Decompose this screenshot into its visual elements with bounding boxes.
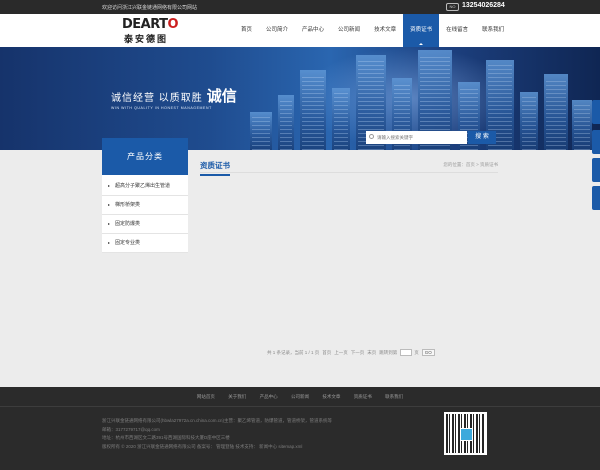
sidebar-item-explosion-proof[interactable]: 固定防爆类 — [102, 215, 188, 234]
nav-item-news[interactable]: 公司新闻 — [331, 14, 367, 47]
nav-item-message[interactable]: 在线留言 — [439, 14, 475, 47]
sidebar-list: 超高分子聚乙烯出生管道 梯形桥架类 固定防爆类 固定专业类 — [102, 175, 188, 253]
page: 欢迎访问浙江兴联金链通网络有限公司网站 NO 13254026284 DEART… — [0, 0, 600, 470]
breadcrumb[interactable]: 您的位置：首页 > 资质证书 — [443, 162, 498, 168]
footer-info: 浙江兴联金链通网络有限公司(hbwla27972a.cn.china.com.c… — [102, 417, 332, 451]
pager-first[interactable]: 首页 — [322, 350, 331, 356]
hotline-number: 13254026284 — [462, 2, 505, 9]
footer-link-home[interactable]: 网站首页 — [191, 387, 221, 407]
float-tab-top[interactable] — [592, 186, 600, 210]
search-input[interactable] — [377, 132, 465, 143]
product-sidebar: 产品分类 超高分子聚乙烯出生管道 梯形桥架类 固定防爆类 固定专业类 — [102, 138, 188, 253]
wechat-qr-code — [444, 412, 487, 455]
content-header: 资质证书 您的位置：首页 > 资质证书 — [200, 156, 498, 176]
welcome-text: 欢迎访问浙江兴联金链通网络有限公司网站 — [102, 5, 198, 11]
footer: 网站首页 关于我们 产品中心 公司新闻 技术文章 资质证书 联系我们 浙江兴联金… — [0, 387, 600, 470]
nav-item-certificates[interactable]: 资质证书 — [403, 14, 440, 47]
page-title: 资质证书 — [200, 160, 230, 176]
footer-links: 网站首页 关于我们 产品中心 公司新闻 技术文章 资质证书 联系我们 — [0, 387, 600, 407]
search-bar: 搜 索 — [366, 131, 496, 144]
footer-info-line: 版权所有 © 2020 浙江兴联金链通网络有限公司 备案号： 管理登陆 技术支持… — [102, 443, 303, 449]
logo-cn: 泰安德图 — [124, 34, 169, 44]
pager-summary: 共 1 条记录，当前 1 / 1 页 — [267, 349, 320, 355]
footer-link-contact[interactable]: 联系我们 — [379, 387, 409, 407]
pager-next[interactable]: 下一页 — [351, 350, 365, 356]
site-logo[interactable]: DEARTO 泰安德图 — [122, 17, 192, 45]
search-box — [366, 131, 467, 144]
float-tab-online-service[interactable] — [592, 100, 600, 124]
nav-item-about[interactable]: 公司简介 — [259, 14, 295, 47]
phone-icon: NO — [446, 3, 459, 11]
search-button[interactable]: 搜 索 — [468, 131, 496, 144]
top-bar: 欢迎访问浙江兴联金链通网络有限公司网站 NO 13254026284 — [0, 0, 600, 14]
footer-link-products[interactable]: 产品中心 — [254, 387, 284, 407]
banner: 诚信经营 以质取胜 诚信 WIN WITH QUALITY IN HONEST M… — [0, 47, 600, 150]
footer-info-line: 地址：杭州市西湖区文二路391号西湖国际科技大厦D座中区三楼 — [102, 435, 230, 440]
sidebar-item-uhmwpe-pipe[interactable]: 超高分子聚乙烯出生管道 — [102, 177, 188, 196]
float-tab-qrcode[interactable] — [592, 158, 600, 182]
footer-info-line: 浙江兴联金链通网络有限公司(hbwla27972a.cn.china.com.c… — [102, 418, 333, 423]
banner-slogan-en: WIN WITH QUALITY IN HONEST MANAGEMENT — [111, 106, 212, 110]
nav-item-home[interactable]: 首页 — [234, 14, 259, 47]
nav-item-products[interactable]: 产品中心 — [295, 14, 331, 47]
sidebar-item-professional[interactable]: 固定专业类 — [102, 234, 188, 253]
nav-item-contact[interactable]: 联系我们 — [475, 14, 511, 47]
header: DEARTO 泰安德图 首页 公司简介 产品中心 公司新闻 技术文章 资质证书 … — [0, 14, 600, 47]
footer-link-articles[interactable]: 技术文章 — [316, 387, 346, 407]
pager-last[interactable]: 末页 — [367, 350, 376, 356]
float-tab-phone[interactable] — [592, 130, 600, 154]
pagination: 共 1 条记录，当前 1 / 1 页 首页 上一页 下一页 末页 跳转到第 页 … — [267, 349, 438, 356]
main-content: 产品分类 超高分子聚乙烯出生管道 梯形桥架类 固定防爆类 固定专业类 资质证书 … — [102, 138, 498, 375]
qr-code-icon — [446, 414, 485, 453]
pager-page-input[interactable] — [400, 349, 413, 356]
sidebar-item-ladder-tray[interactable]: 梯形桥架类 — [102, 196, 188, 215]
content-panel: 资质证书 您的位置：首页 > 资质证书 — [200, 156, 498, 176]
pager-go-button[interactable]: GO — [421, 349, 435, 356]
main-nav: 首页 公司简介 产品中心 公司新闻 技术文章 资质证书 在线留言 联系我们 — [234, 14, 511, 47]
footer-link-news[interactable]: 公司新闻 — [285, 387, 315, 407]
logo-en: DEARTO — [122, 17, 179, 32]
pager-prev[interactable]: 上一页 — [334, 350, 348, 356]
search-icon — [369, 134, 374, 139]
nav-item-articles[interactable]: 技术文章 — [367, 14, 403, 47]
pager-page-suffix: 页 — [414, 349, 419, 355]
banner-slogan: 诚信经营 以质取胜 诚信 — [111, 88, 237, 105]
sidebar-title: 产品分类 — [102, 138, 188, 175]
footer-link-about[interactable]: 关于我们 — [222, 387, 252, 407]
footer-link-certificates[interactable]: 资质证书 — [348, 387, 378, 407]
pager-goto-label: 跳转到第 — [379, 349, 398, 355]
footer-info-line: 邮箱：3177279717@qq.com — [102, 426, 160, 432]
